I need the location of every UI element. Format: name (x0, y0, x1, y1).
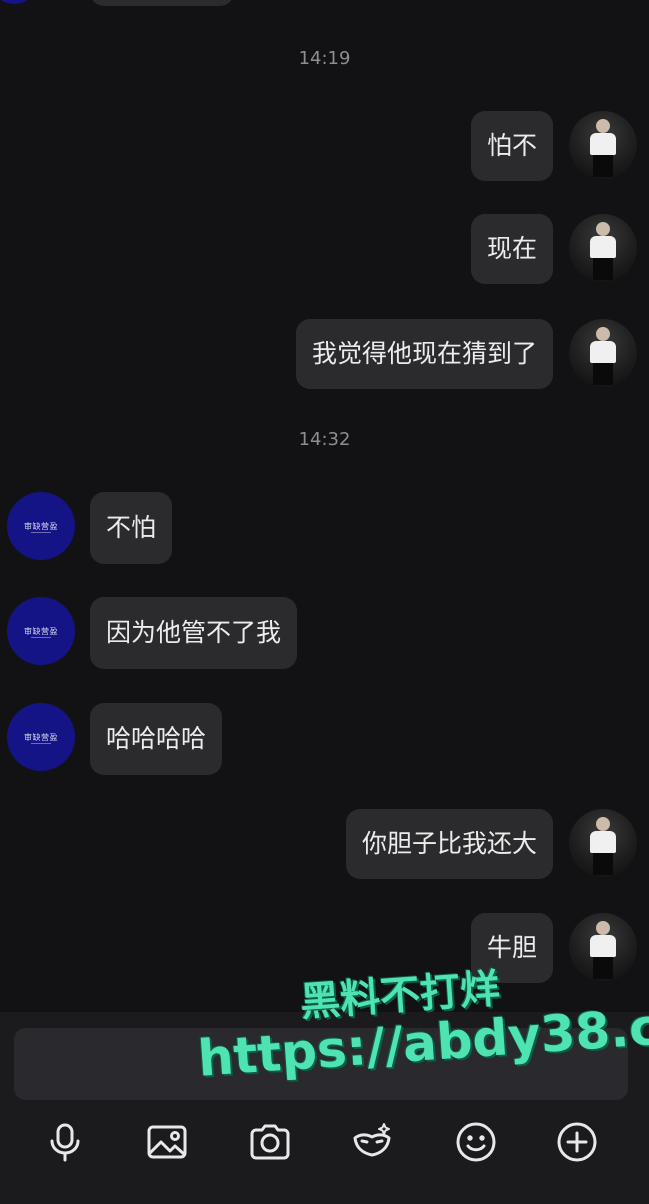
contact-avatar[interactable]: 审缺营盈 (7, 597, 75, 665)
timestamp: 14:32 (298, 429, 351, 450)
user-avatar[interactable] (569, 111, 637, 179)
message-bubble-sent[interactable]: 怕不 (470, 111, 553, 181)
message-row: 我觉得他现在猜到了 (0, 319, 649, 395)
chat-history[interactable]: 14:19 怕不 现在 我觉得他现在猜到了 14:32 审缺营盈 不怕 审缺营盈… (0, 0, 649, 1012)
magic-mask-icon[interactable] (342, 1112, 402, 1172)
message-bubble-sent[interactable]: 现在 (470, 214, 553, 284)
message-row: 你胆子比我还大 (0, 809, 649, 885)
message-bubble-sent[interactable]: 牛胆 (470, 913, 553, 983)
message-row: 审缺营盈 哈哈哈哈 (0, 703, 649, 779)
composer-bar (0, 1012, 649, 1204)
partial-message-bubble[interactable] (90, 0, 234, 6)
message-bubble-received[interactable]: 不怕 (90, 492, 173, 564)
user-avatar[interactable] (569, 913, 637, 981)
partial-contact-avatar[interactable] (0, 0, 34, 4)
contact-avatar[interactable]: 审缺营盈 (7, 492, 75, 560)
timestamp: 14:19 (298, 48, 351, 69)
message-bubble-received[interactable]: 因为他管不了我 (90, 597, 298, 669)
camera-icon[interactable] (240, 1112, 300, 1172)
microphone-icon[interactable] (35, 1112, 95, 1172)
contact-avatar[interactable]: 审缺营盈 (7, 703, 75, 771)
message-input[interactable] (14, 1028, 628, 1100)
emoji-icon[interactable] (446, 1112, 506, 1172)
user-avatar[interactable] (569, 319, 637, 387)
message-row: 怕不 (0, 111, 649, 187)
message-bubble-sent[interactable]: 你胆子比我还大 (345, 809, 553, 879)
message-row: 牛胆 (0, 913, 649, 989)
message-bubble-sent[interactable]: 我觉得他现在猜到了 (295, 319, 553, 389)
message-row: 现在 (0, 214, 649, 290)
plus-icon[interactable] (547, 1112, 607, 1172)
message-bubble-received[interactable]: 哈哈哈哈 (90, 703, 223, 775)
message-row: 审缺营盈 不怕 (0, 492, 649, 568)
user-avatar[interactable] (569, 809, 637, 877)
message-row: 审缺营盈 因为他管不了我 (0, 597, 649, 673)
composer-toolbar (0, 1112, 649, 1188)
user-avatar[interactable] (569, 214, 637, 282)
image-icon[interactable] (137, 1112, 197, 1172)
